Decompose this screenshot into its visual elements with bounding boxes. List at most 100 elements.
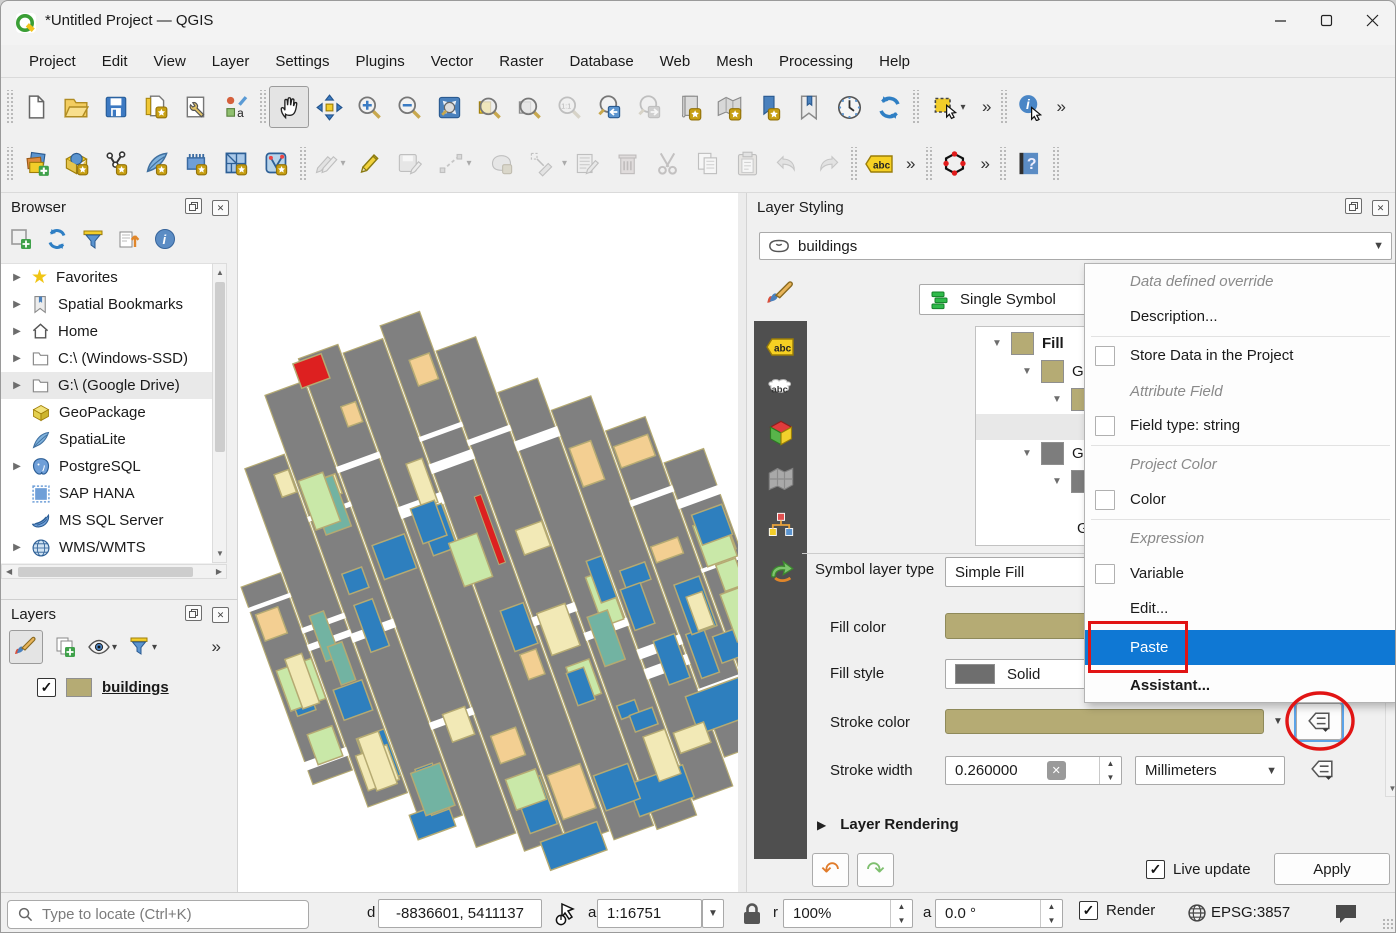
save-project-button[interactable]	[96, 86, 136, 128]
menu-settings[interactable]: Settings	[263, 48, 341, 75]
menu-view[interactable]: View	[142, 48, 198, 75]
menu-checkbox[interactable]	[1095, 564, 1115, 584]
layer-visibility-checkbox[interactable]: ✓	[37, 678, 56, 697]
expand-icon[interactable]: ▶	[11, 380, 23, 391]
menu-checkbox[interactable]	[1095, 346, 1115, 366]
delete-selected-button[interactable]	[607, 143, 647, 185]
zoom-out-button[interactable]	[389, 86, 429, 128]
messages-icon[interactable]	[1333, 902, 1359, 924]
temporal-controller-button[interactable]	[829, 86, 869, 128]
scroll-down-icon[interactable]: ▼	[1389, 784, 1396, 793]
scroll-right-icon[interactable]: ▶	[216, 567, 222, 576]
new-virtual-layer-button[interactable]	[216, 143, 256, 185]
new-memory-layer-button[interactable]	[176, 143, 216, 185]
collapse-icon[interactable]: ▼	[1021, 448, 1033, 459]
topology-checker-button[interactable]	[935, 143, 975, 185]
tab-labels-icon[interactable]: abc	[766, 335, 796, 359]
render-control[interactable]: ✓ Render	[1079, 901, 1155, 920]
symbol-tree-row-sub1[interactable]: ▼ G	[1021, 360, 1084, 383]
menu-item-store-data[interactable]: Store Data in the Project	[1085, 338, 1396, 373]
new-map-view-button[interactable]	[669, 86, 709, 128]
toggle-editing-button[interactable]	[349, 143, 389, 185]
live-update-control[interactable]: ✓ Live update	[1146, 860, 1251, 879]
select-dropdown-arrow[interactable]: ▾	[960, 102, 965, 113]
close-panel-icon[interactable]: ✕	[1372, 200, 1389, 216]
toolbar-grip[interactable]	[1051, 147, 1060, 181]
expand-icon[interactable]: ▶	[11, 326, 23, 337]
symbol-tree-row-sub3[interactable]: ▼ G	[1021, 442, 1084, 465]
apply-button[interactable]: Apply	[1274, 853, 1390, 885]
select-features-button[interactable]: ▾	[922, 86, 976, 128]
toggle-extents-button[interactable]	[550, 899, 580, 929]
scroll-left-icon[interactable]: ◀	[6, 567, 12, 576]
toolbar-grip[interactable]	[298, 147, 307, 181]
menu-checkbox[interactable]	[1095, 490, 1115, 510]
style-undo-button[interactable]: ↶	[812, 853, 849, 887]
browser-item-c-drive[interactable]: ▶ C:\ (Windows-SSD)	[1, 345, 226, 372]
stroke-width-stepper[interactable]: ▲▼	[1099, 757, 1121, 784]
symbol-tree-row-fill[interactable]: ▼ Fill	[991, 332, 1064, 355]
new-geopackage-layer-button[interactable]	[136, 143, 176, 185]
open-project-button[interactable]	[56, 86, 96, 128]
layer-row-buildings[interactable]: ✓ buildings	[1, 674, 237, 701]
collapse-icon[interactable]: ▼	[1021, 366, 1033, 377]
magnifier-stepper[interactable]: ▲▼	[890, 900, 912, 927]
stroke-width-override-button[interactable]	[1300, 753, 1344, 787]
browser-item-sap-hana[interactable]: SAP HANA	[1, 480, 226, 507]
tab-history-icon[interactable]	[767, 557, 795, 585]
open-styling-panel-button[interactable]	[9, 630, 43, 664]
toolbar-grip[interactable]	[911, 90, 920, 124]
save-layer-edits-button[interactable]	[389, 143, 429, 185]
resize-grip[interactable]	[1382, 918, 1394, 930]
stroke-width-unit-combo[interactable]: Millimeters ▼	[1135, 756, 1285, 785]
toolbar-overflow[interactable]: »	[1050, 97, 1071, 117]
expand-icon[interactable]: ▶	[11, 272, 23, 283]
style-manager-button[interactable]: a	[216, 86, 256, 128]
map-canvas[interactable]	[238, 193, 738, 892]
help-button[interactable]: ?	[1009, 143, 1049, 185]
pan-to-selection-button[interactable]	[309, 86, 349, 128]
layer-name[interactable]: buildings	[102, 679, 169, 696]
toolbar-overflow[interactable]: »	[976, 97, 997, 117]
browser-item-wms-wmts[interactable]: ▶ WMS/WMTS	[1, 534, 226, 561]
collapse-icon[interactable]: ▼	[1051, 394, 1063, 405]
menu-help[interactable]: Help	[867, 48, 922, 75]
menu-item-paste[interactable]: Paste	[1085, 630, 1396, 665]
show-spatial-bookmarks-button[interactable]	[789, 86, 829, 128]
crs-globe-icon[interactable]	[1187, 903, 1207, 923]
layer-rendering-header[interactable]: ▶ Layer Rendering	[817, 816, 959, 833]
browser-item-ms-sql-server[interactable]: MS SQL Server	[1, 507, 226, 534]
copy-features-button[interactable]	[687, 143, 727, 185]
coordinate-box[interactable]: -8836601, 5411137	[378, 899, 542, 928]
cut-features-button[interactable]	[647, 143, 687, 185]
browser-item-postgresql[interactable]: ▶ PostgreSQL	[1, 453, 226, 480]
new-spatialite-layer-button[interactable]	[256, 143, 296, 185]
rotation-stepper[interactable]: ▲▼	[1040, 900, 1062, 927]
scroll-up-icon[interactable]: ▲	[216, 268, 224, 277]
browser-item-favorites[interactable]: ▶ ★ Favorites	[1, 264, 226, 291]
minimize-button[interactable]	[1257, 3, 1303, 37]
live-update-checkbox[interactable]: ✓	[1146, 860, 1165, 879]
toolbar-overflow[interactable]: »	[975, 154, 996, 174]
menu-checkbox[interactable]	[1095, 416, 1115, 436]
label-toolbar-button[interactable]: abc	[860, 143, 900, 185]
menu-layer[interactable]: Layer	[200, 48, 262, 75]
zoom-in-button[interactable]	[349, 86, 389, 128]
scale-box[interactable]: 1:16751	[597, 899, 702, 928]
filter-browser-icon[interactable]	[81, 227, 105, 251]
float-panel-icon[interactable]	[1345, 198, 1362, 214]
paste-features-button[interactable]	[727, 143, 767, 185]
undo-button[interactable]	[767, 143, 807, 185]
zoom-to-layer-button[interactable]	[509, 86, 549, 128]
identify-features-button[interactable]: i	[1010, 86, 1050, 128]
float-panel-icon[interactable]	[185, 198, 202, 214]
zoom-native-button[interactable]: 1:1	[549, 86, 589, 128]
menu-plugins[interactable]: Plugins	[344, 48, 417, 75]
expand-icon[interactable]: ▶	[11, 542, 23, 553]
tab-diagrams-icon[interactable]	[767, 511, 795, 539]
current-edits-button[interactable]: ▾	[309, 143, 349, 185]
add-layer-icon[interactable]	[9, 227, 33, 251]
toolbar-grip[interactable]	[998, 147, 1007, 181]
menu-item-field-type[interactable]: Field type: string▶	[1085, 408, 1396, 443]
pan-map-button[interactable]	[269, 86, 309, 128]
